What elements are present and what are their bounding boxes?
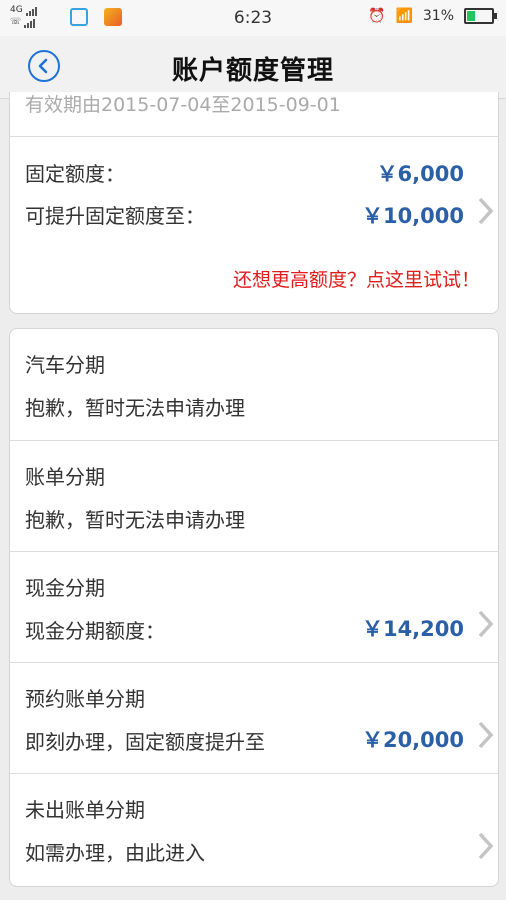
item-title: 账单分期 [25,465,105,489]
item-subtitle: 即刻办理，固定额度提升至 [25,730,265,754]
list-item-car-installment[interactable]: 汽车分期 抱歉，暂时无法申请办理 [10,329,498,439]
item-title: 汽车分期 [25,353,105,377]
divider [10,136,498,137]
list-item-bill-installment[interactable]: 账单分期 抱歉，暂时无法申请办理 [10,441,498,551]
item-subtitle: 抱歉，暂时无法申请办理 [25,396,245,420]
battery-percent: 31% [422,8,454,24]
raisable-limit-label[interactable]: 可提升固定额度至： [25,200,205,229]
battery-level [467,11,476,21]
fixed-limit-label: 固定额度： [25,162,125,186]
chevron-right-icon [478,610,494,638]
raisable-limit-value[interactable]: ￥10,000 [362,200,464,230]
credit-limit-card: 有效期由2015-07-04至2015-09-01 固定额度： ￥6,000 可… [9,92,499,314]
wifi-icon: 📶 [395,8,413,24]
item-amount: ￥20,000 [361,728,464,752]
item-subtitle: 现金分期额度： [25,619,165,643]
page-title: 账户额度管理 [171,56,334,86]
alarm-icon: ⏰ [368,8,386,24]
chevron-right-icon [478,832,494,860]
list-item-unbilled-installment[interactable]: 未出账单分期 如需办理，由此进入 [10,774,498,884]
installment-list: 汽车分期 抱歉，暂时无法申请办理 账单分期 抱歉，暂时无法申请办理 现金分期 现… [9,328,499,887]
item-subtitle: 抱歉，暂时无法申请办理 [25,508,245,532]
battery-icon [464,8,497,24]
raise-limit-link[interactable]: 还想更高额度？点这里试试！ [233,265,480,292]
item-title: 预约账单分期 [25,687,145,711]
chevron-right-icon[interactable] [476,196,496,226]
chevron-right-icon [478,721,494,749]
validity-period: 有效期由2015-07-04至2015-09-01 [25,94,341,116]
item-title: 未出账单分期 [25,798,145,822]
nav-bar: 账户额度管理 [0,36,506,99]
status-bar: 4G ☏ 6:23 ⏰ 📶 31% [0,0,506,36]
item-amount: ￥14,200 [361,617,464,641]
list-item-cash-installment[interactable]: 现金分期 现金分期额度： ￥14,200 [10,552,498,662]
list-item-scheduled-bill-installment[interactable]: 预约账单分期 即刻办理，固定额度提升至 ￥20,000 [10,663,498,773]
item-subtitle: 如需办理，由此进入 [25,841,205,865]
item-title: 现金分期 [25,576,105,600]
fixed-limit-value: ￥6,000 [376,162,464,186]
